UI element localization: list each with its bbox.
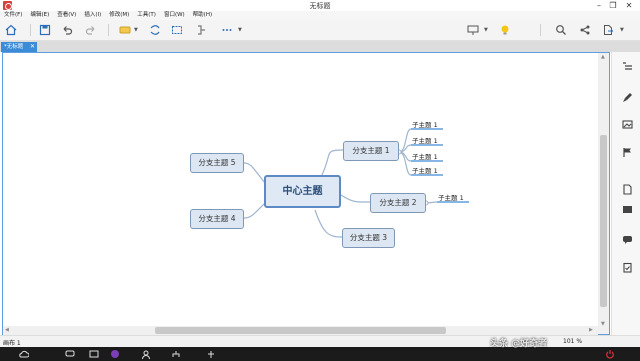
label-icon[interactable] [620, 202, 634, 216]
subtopic[interactable]: 子主题 1 [412, 119, 438, 129]
menu-insert[interactable]: 插入(I) [80, 11, 105, 20]
branch-topic-5[interactable]: 分支主题 5 [190, 153, 244, 173]
scroll-down-icon[interactable]: ▼ [601, 321, 605, 327]
subtopic[interactable]: 子主题 1 [412, 135, 438, 145]
undo-icon[interactable] [60, 23, 74, 37]
toolbar-separator [540, 24, 541, 36]
maximize-button[interactable]: ❐ [607, 0, 619, 11]
scroll-right-icon[interactable]: ▶ [589, 327, 593, 333]
menu-bar: 文件(F) 编辑(E) 查看(V) 插入(I) 修改(M) 工具(T) 窗口(W… [0, 11, 640, 20]
zoom-level[interactable]: 101 % [563, 338, 582, 345]
chevron-down-icon[interactable]: ▼ [134, 27, 138, 33]
comment-icon[interactable] [620, 232, 634, 246]
image-icon[interactable] [620, 117, 634, 131]
window-title: 无标题 [309, 2, 331, 10]
power-icon[interactable] [604, 349, 615, 359]
subtopic[interactable]: 子主题 1 [412, 165, 438, 175]
style-brush-icon[interactable] [620, 90, 634, 104]
document-tab-strip: *无标题 ✕ [0, 41, 640, 52]
menu-help[interactable]: 帮助(H) [189, 11, 216, 20]
menu-window[interactable]: 窗口(W) [160, 11, 189, 20]
central-topic[interactable]: 中心主题 [264, 175, 341, 208]
note-icon[interactable] [620, 182, 634, 196]
user-icon[interactable] [140, 349, 151, 359]
tab-untitled[interactable]: *无标题 ✕ [1, 42, 37, 52]
network-icon[interactable] [88, 349, 99, 359]
app-launcher-icon[interactable] [109, 349, 120, 359]
scroll-left-icon[interactable]: ◀ [5, 327, 9, 333]
menu-file[interactable]: 文件(F) [0, 11, 26, 20]
pin-icon[interactable] [205, 349, 216, 359]
chevron-down-icon[interactable]: ▼ [484, 27, 488, 33]
save-icon[interactable] [38, 23, 52, 37]
side-panel [611, 52, 640, 335]
vertical-scrollbar[interactable]: ▲ ▼ [598, 53, 609, 334]
toolbar-separator [108, 24, 109, 36]
menu-tools[interactable]: 工具(T) [133, 11, 160, 20]
branch-topic-2[interactable]: 分支主题 2 [370, 193, 426, 213]
share-icon[interactable] [578, 23, 592, 37]
chat-icon[interactable] [64, 349, 75, 359]
title-bar: 无标题 – ❐ ✕ [0, 0, 640, 11]
more-icon[interactable] [220, 23, 234, 37]
search-icon[interactable] [554, 23, 568, 37]
flag-icon[interactable] [620, 145, 634, 159]
toolbar-separator [30, 24, 31, 36]
summary-icon[interactable] [194, 23, 208, 37]
toolbar: ▼ ▼ ▼ ▼ [0, 20, 640, 41]
outline-icon[interactable] [620, 59, 634, 73]
menu-modify[interactable]: 修改(M) [105, 11, 133, 20]
subtopic[interactable]: 子主题 1 [438, 192, 464, 202]
watermark: 头条 @好奇者 [490, 339, 548, 349]
export-icon[interactable] [601, 23, 615, 37]
chevron-down-icon[interactable]: ▼ [238, 27, 242, 33]
subtopic[interactable]: 子主题 1 [412, 151, 438, 161]
mindmap-canvas[interactable]: 中心主题 分支主题 1 分支主题 2 分支主题 3 分支主题 4 分支主题 5 … [2, 52, 610, 335]
horizontal-scroll-thumb[interactable] [155, 327, 446, 334]
vertical-scroll-thumb[interactable] [600, 135, 607, 307]
minimize-button[interactable]: – [593, 0, 605, 11]
horizontal-scrollbar[interactable]: ◀ ▶ [3, 326, 598, 335]
branch-topic-4[interactable]: 分支主题 4 [190, 209, 244, 229]
scroll-up-icon[interactable]: ▲ [601, 54, 605, 60]
menu-edit[interactable]: 编辑(E) [26, 11, 53, 20]
taskbar [0, 347, 640, 361]
cloud-icon[interactable] [18, 349, 29, 359]
redo-icon[interactable] [84, 23, 98, 37]
branch-topic-1[interactable]: 分支主题 1 [343, 141, 399, 161]
close-window-button[interactable]: ✕ [623, 0, 635, 11]
relationship-icon[interactable] [148, 23, 162, 37]
presentation-icon[interactable] [466, 23, 480, 37]
topic-style-icon[interactable] [118, 23, 132, 37]
chevron-down-icon[interactable]: ▼ [620, 27, 624, 33]
home-icon[interactable] [4, 23, 18, 37]
tab-label: *无标题 [4, 44, 24, 50]
sheet-name[interactable]: 画布 1 [3, 338, 21, 347]
close-tab-icon[interactable]: ✕ [30, 42, 35, 52]
branch-topic-3[interactable]: 分支主题 3 [342, 228, 395, 248]
task-icon[interactable] [620, 260, 634, 274]
idea-icon[interactable] [498, 23, 512, 37]
app-window: 无标题 – ❐ ✕ 文件(F) 编辑(E) 查看(V) 插入(I) 修改(M) … [0, 0, 640, 361]
menu-view[interactable]: 查看(V) [53, 11, 80, 20]
boundary-icon[interactable] [170, 23, 184, 37]
sitemap-icon[interactable] [170, 349, 181, 359]
